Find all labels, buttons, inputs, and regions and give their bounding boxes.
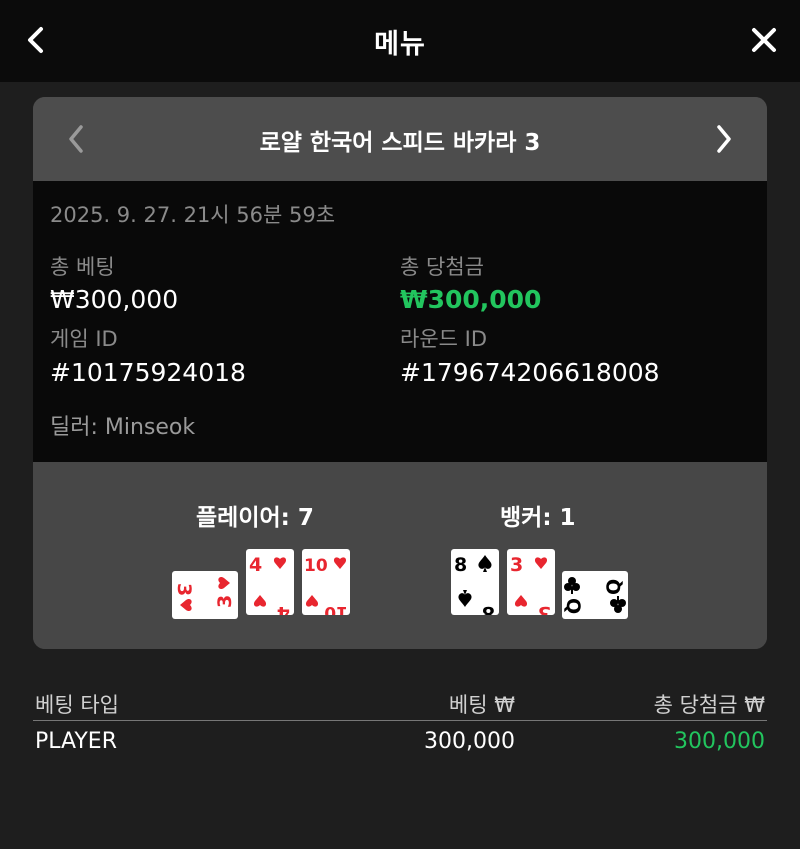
total-bet-value: ₩300,000 <box>50 285 179 314</box>
svg-text:3: 3 <box>538 602 551 615</box>
total-bet-label: 총 베팅 <box>50 255 115 279</box>
svg-text:8: 8 <box>482 602 495 615</box>
round-datetime: 2025. 9. 27. 21시 56분 59초 <box>50 203 336 227</box>
bets-table-header: 베팅 타입 베팅 ₩ 총 당첨금 ₩ <box>33 685 767 721</box>
next-round-button[interactable] <box>707 121 741 157</box>
game-title: 로얄 한국어 스피드 바카라 3 <box>259 130 541 156</box>
svg-text:Q: Q <box>562 598 584 614</box>
player-card-3: 10 10 <box>302 549 350 615</box>
round-id-label: 라운드 ID <box>400 327 487 351</box>
close-icon <box>752 28 776 52</box>
svg-text:3: 3 <box>173 583 195 596</box>
banker-card-3: Q Q <box>562 571 628 619</box>
svg-text:8: 8 <box>454 554 467 576</box>
game-id-value: #10175924018 <box>50 358 246 387</box>
page-title: 메뉴 <box>374 29 426 60</box>
banker-card-2: 3 3 <box>507 549 555 615</box>
bets-table: 베팅 타입 베팅 ₩ 총 당첨금 ₩ PLAYER 300,000 300,00… <box>33 685 767 761</box>
player-card-1: 3 3 <box>172 571 238 619</box>
player-card-2: 4 4 <box>246 549 294 615</box>
bet-type-cell: PLAYER <box>35 729 117 754</box>
svg-text:4: 4 <box>249 554 262 576</box>
total-win-value: ₩300,000 <box>400 285 542 314</box>
round-info: 2025. 9. 27. 21시 56분 59초 총 베팅 ₩300,000 총… <box>33 181 767 462</box>
round-id-value: #179674206618008 <box>400 358 660 387</box>
player-score: 플레이어: 7 <box>196 505 314 531</box>
svg-text:3: 3 <box>510 554 523 576</box>
svg-text:3: 3 <box>214 595 236 608</box>
svg-text:4: 4 <box>277 602 290 615</box>
svg-text:Q: Q <box>603 579 625 595</box>
svg-text:10: 10 <box>304 556 328 576</box>
game-selector: 로얄 한국어 스피드 바카라 3 <box>33 97 767 181</box>
game-id-label: 게임 ID <box>50 327 118 351</box>
win-amount-cell: 300,000 <box>674 729 765 754</box>
table-row: PLAYER 300,000 300,000 <box>33 721 767 761</box>
col-bet-amount: 베팅 ₩ <box>448 693 515 717</box>
chevron-right-icon <box>717 125 731 153</box>
banker-card-1: 8 8 <box>451 549 499 615</box>
svg-text:10: 10 <box>324 602 348 615</box>
dealer-name: 딜러: Minseok <box>50 415 196 440</box>
bet-amount-cell: 300,000 <box>424 729 515 754</box>
round-detail-panel: 로얄 한국어 스피드 바카라 3 2025. 9. 27. 21시 56분 59… <box>33 97 767 649</box>
col-total-win: 총 당첨금 ₩ <box>653 693 765 717</box>
total-win-label: 총 당첨금 <box>400 255 484 279</box>
col-bet-type: 베팅 타입 <box>35 693 119 717</box>
top-bar: 메뉴 <box>0 0 800 82</box>
close-button[interactable] <box>746 22 782 58</box>
hands-area: 플레이어: 7 뱅커: 1 3 3 4 4 10 10 8 8 3 3 Q Q <box>33 462 767 649</box>
banker-score: 뱅커: 1 <box>500 505 576 531</box>
